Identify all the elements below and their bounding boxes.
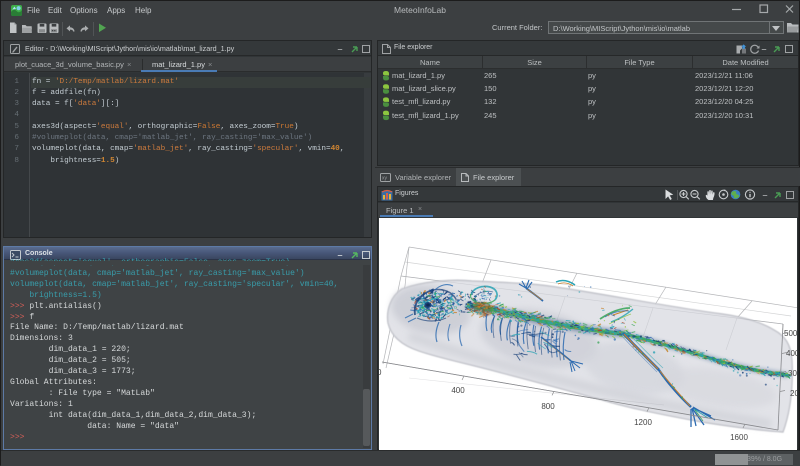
svg-text:400: 400: [451, 386, 465, 395]
svg-text:500: 500: [784, 329, 797, 338]
svg-text:1600: 1600: [730, 433, 748, 442]
svg-text:300: 300: [788, 369, 797, 378]
svg-text:0: 0: [379, 368, 382, 377]
svg-text:800: 800: [541, 402, 555, 411]
svg-text:200: 200: [790, 389, 797, 398]
svg-text:xy: xy: [382, 176, 388, 182]
svg-text:1200: 1200: [634, 418, 652, 427]
svg-text:400: 400: [786, 349, 797, 358]
